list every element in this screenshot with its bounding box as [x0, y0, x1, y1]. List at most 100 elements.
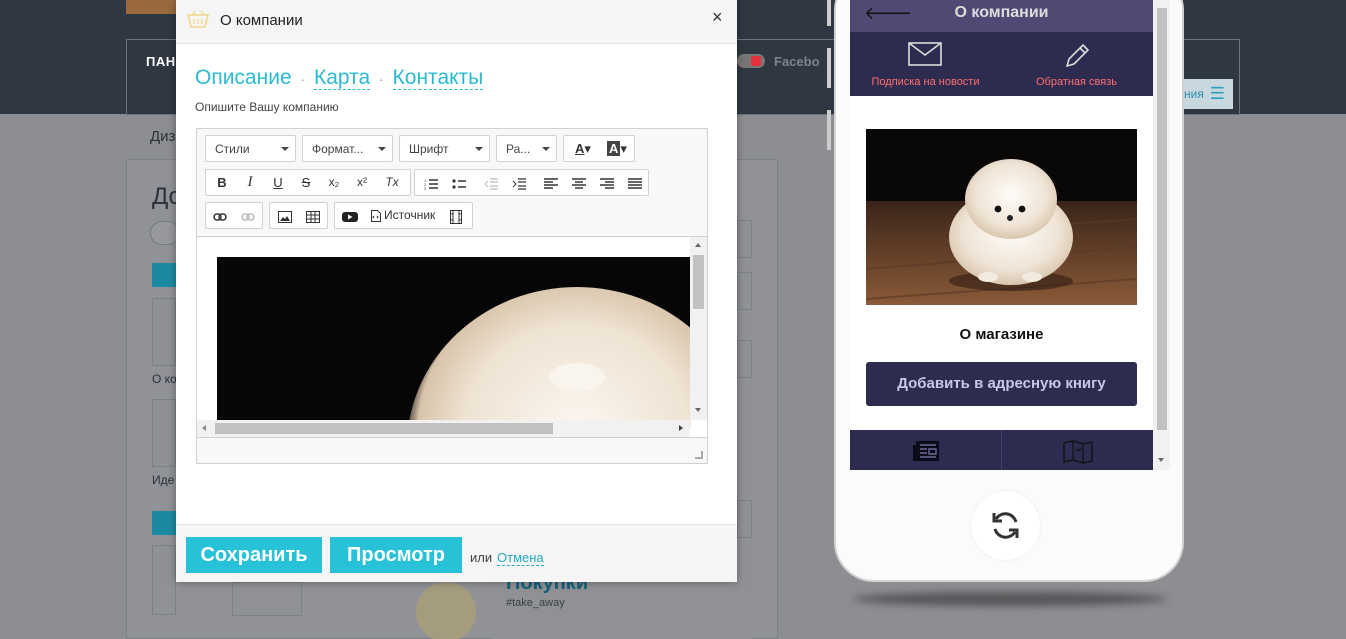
align-left-icon[interactable]	[537, 170, 565, 195]
tab-map[interactable]: Карта	[313, 66, 371, 90]
about-company-modal: О компании × Описание · Карта · Контакты…	[176, 0, 737, 582]
chevron-down-icon	[378, 147, 386, 151]
strikethrough-icon[interactable]: S	[292, 170, 320, 195]
youtube-icon[interactable]	[336, 203, 364, 228]
map-icon	[1063, 440, 1093, 464]
envelope-icon	[908, 42, 942, 66]
scroll-left-icon[interactable]	[202, 425, 206, 431]
tab-separator: ·	[379, 71, 384, 87]
preview-button[interactable]: Просмотр	[330, 537, 462, 573]
app-actions: Подписка на новости Обратная связь	[850, 32, 1153, 96]
modal-titlebar: О компании ×	[176, 0, 737, 44]
feedback-action[interactable]: Обратная связь	[1001, 32, 1152, 96]
close-icon[interactable]: ×	[712, 7, 723, 28]
image-icon[interactable]	[271, 203, 299, 228]
chevron-down-icon	[281, 147, 289, 151]
editor-content[interactable]	[197, 237, 707, 437]
superscript-icon[interactable]: x²	[348, 170, 376, 195]
editor-horizontal-scroll-thumb[interactable]	[215, 423, 553, 434]
hamburger-icon: ☰	[1209, 84, 1225, 103]
justify-icon[interactable]	[621, 170, 649, 195]
modal-title: О компании	[220, 12, 303, 29]
scroll-up-icon[interactable]	[695, 243, 701, 247]
font-dropdown-label: Шрифт	[409, 142, 449, 156]
media-group: Источник	[334, 202, 473, 229]
store-photo	[866, 129, 1137, 305]
lock-icon	[751, 56, 761, 66]
puppy-image[interactable]	[217, 257, 691, 427]
format-dropdown-label: Формат...	[312, 142, 364, 156]
table-icon[interactable]	[299, 203, 327, 228]
video-icon[interactable]	[442, 203, 470, 228]
text-color-icon[interactable]: A▾	[566, 136, 600, 161]
editor-statusbar	[197, 437, 707, 463]
scroll-right-icon[interactable]	[679, 425, 683, 431]
size-dropdown[interactable]: Ра...	[496, 135, 557, 162]
tab-description[interactable]: Описание	[195, 66, 292, 89]
phone-scroll-thumb[interactable]	[1157, 8, 1167, 430]
editor-vertical-scrollbar[interactable]	[690, 237, 707, 420]
store-title: О магазине	[959, 326, 1044, 343]
modal-footer: Сохранить Просмотр или Отмена	[176, 524, 737, 582]
tab-separator: ·	[300, 71, 306, 87]
background-panel-label: ПАН	[146, 54, 176, 69]
scroll-down-icon[interactable]	[1158, 458, 1164, 462]
background-tile	[737, 220, 752, 258]
background-section-badge	[152, 511, 176, 535]
source-button[interactable]: Источник	[366, 203, 440, 228]
tab-contacts[interactable]: Контакты	[392, 66, 484, 90]
subscribe-label: Подписка на новости	[871, 76, 980, 88]
phone-shadow	[853, 592, 1167, 606]
editor-horizontal-scrollbar[interactable]	[197, 420, 690, 437]
unlink-icon[interactable]	[234, 203, 262, 228]
rich-text-editor: Стили Формат... Шрифт Ра... A▾ A ▾ B I U …	[196, 128, 708, 464]
format-dropdown[interactable]: Формат...	[302, 135, 393, 162]
bottom-nav-news[interactable]	[850, 430, 1001, 470]
phone-vertical-scrollbar[interactable]	[1153, 0, 1170, 470]
background-menu-chip: ния ☰	[1176, 79, 1233, 109]
background-color-icon[interactable]: A ▾	[600, 136, 634, 161]
align-center-icon[interactable]	[565, 170, 593, 195]
editor-toolbar: Стили Формат... Шрифт Ра... A▾ A ▾ B I U …	[197, 129, 707, 237]
font-dropdown[interactable]: Шрифт	[399, 135, 490, 162]
italic-icon[interactable]: I	[236, 170, 264, 195]
refresh-button[interactable]	[971, 491, 1040, 560]
remove-format-icon[interactable]: Tx	[378, 170, 406, 195]
indent-icon[interactable]	[505, 170, 533, 195]
editor-vertical-scroll-thumb[interactable]	[693, 255, 704, 309]
underline-icon[interactable]: U	[264, 170, 292, 195]
background-idea-label: Иде	[152, 473, 175, 487]
subscribe-action[interactable]: Подписка на новости	[850, 32, 1001, 96]
numbered-list-icon[interactable]: 123	[417, 170, 445, 195]
save-button[interactable]: Сохранить	[186, 537, 322, 573]
background-about-label: О ко	[152, 372, 177, 386]
or-label: или	[470, 550, 493, 565]
phone-side-button	[827, 0, 831, 26]
scroll-down-icon[interactable]	[695, 408, 701, 412]
paragraph-group: 123	[414, 169, 649, 196]
modal-tabs: Описание · Карта · Контакты	[195, 66, 484, 90]
tag-icon	[416, 582, 476, 639]
chevron-down-icon	[475, 147, 483, 151]
styles-dropdown[interactable]: Стили	[205, 135, 296, 162]
styles-dropdown-label: Стили	[215, 142, 250, 156]
app-bottom-nav	[850, 430, 1153, 470]
bulleted-list-icon[interactable]	[445, 170, 473, 195]
bold-icon[interactable]: B	[208, 170, 236, 195]
outdent-icon[interactable]	[477, 170, 505, 195]
align-right-icon[interactable]	[593, 170, 621, 195]
add-to-contacts-button[interactable]: Добавить в адресную книгу	[866, 362, 1137, 406]
subscript-icon[interactable]: x₂	[320, 170, 348, 195]
cancel-link[interactable]: Отмена	[497, 550, 544, 566]
app-header: О компании 🡐	[850, 0, 1153, 32]
link-icon[interactable]	[206, 203, 234, 228]
size-dropdown-label: Ра...	[506, 142, 531, 156]
link-group	[205, 202, 263, 229]
back-arrow-icon[interactable]: 🡐	[864, 3, 912, 24]
refresh-icon	[992, 512, 1019, 539]
bottom-nav-map[interactable]	[1001, 430, 1152, 470]
source-label: Источник	[384, 208, 436, 222]
description-hint: Опишите Вашу компанию	[195, 100, 339, 114]
resize-grip-icon[interactable]	[695, 451, 703, 459]
format-group: B I U S x₂ x² Tx	[205, 169, 411, 196]
